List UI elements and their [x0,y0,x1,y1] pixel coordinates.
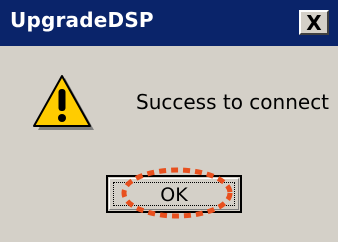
dialog-message: Success to connect [136,90,330,114]
window-title: UpgradeDSP [10,8,154,32]
ok-button[interactable]: OK [106,175,242,213]
close-button[interactable]: X [299,10,329,35]
title-bar[interactable]: UpgradeDSP X [0,0,338,46]
warning-icon [33,75,94,130]
ok-button-label: OK [160,184,188,206]
message-dialog: UpgradeDSP X Success to connect OK [0,0,338,242]
close-icon: X [306,10,322,35]
